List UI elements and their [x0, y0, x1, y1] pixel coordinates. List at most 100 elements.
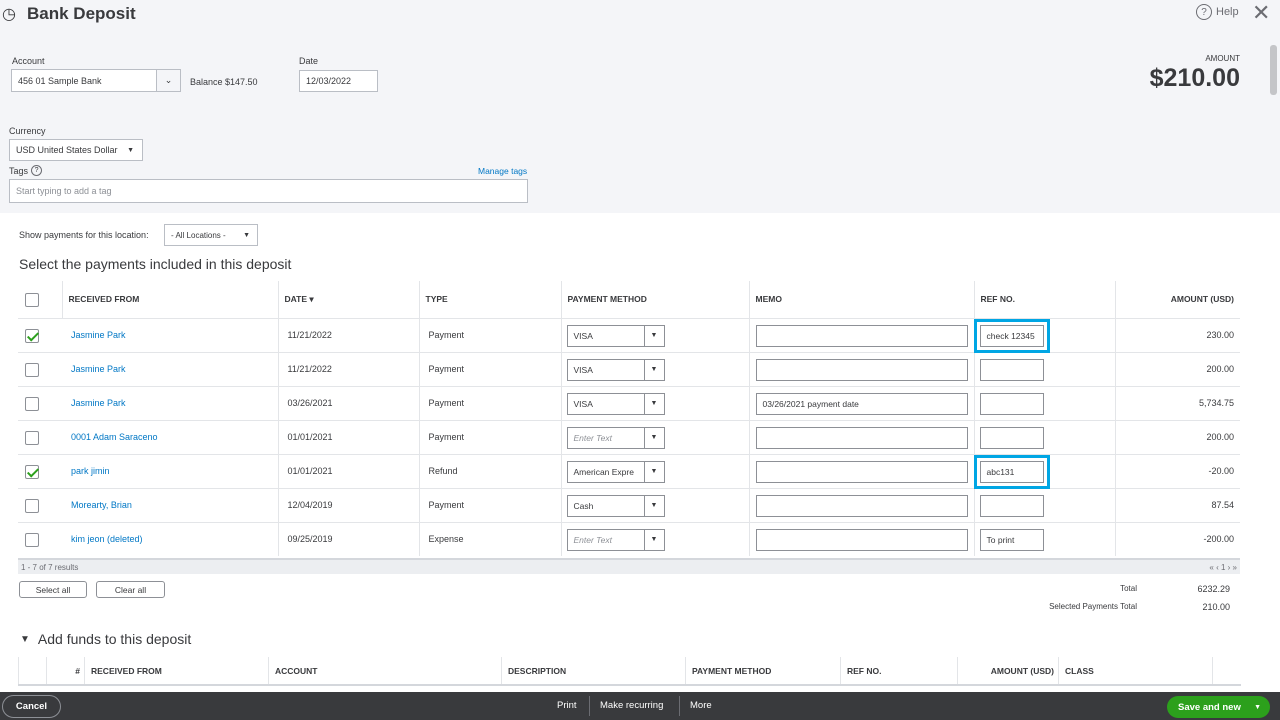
dropdown-arrow-icon: ▼	[643, 359, 664, 380]
ref-no-input[interactable]: check 12345	[973, 318, 1050, 353]
table-row: Morearty, Brian 12/04/2019 Payment Cash ▼…	[18, 487, 1240, 522]
row-checkbox[interactable]	[25, 430, 39, 445]
dropdown-arrow-icon: ▼	[643, 393, 664, 414]
ref-no-value: abc131	[986, 466, 1015, 477]
caret-down-icon: ▼	[20, 633, 30, 645]
received-from-link[interactable]: Morearty, Brian	[62, 487, 279, 522]
manage-tags-link[interactable]: Manage tags	[478, 166, 527, 176]
row-checkbox[interactable]	[25, 362, 39, 377]
page-title: Bank Deposit	[27, 4, 136, 23]
col-ref-no: REF NO.	[974, 281, 1116, 318]
payment-method-value: VISA	[573, 364, 593, 375]
scrollbar[interactable]	[1270, 45, 1277, 95]
select-all-button[interactable]: Select all	[19, 581, 87, 598]
memo-input[interactable]	[755, 528, 968, 551]
tags-label: Tags	[9, 165, 29, 176]
print-button[interactable]: Print	[557, 700, 577, 711]
payments-heading: Select the payments included in this dep…	[19, 256, 292, 272]
table-header: RECEIVED FROM DATE ▾ TYPE PAYMENT METHOD…	[18, 281, 1240, 318]
amount-cell: -200.00	[1115, 521, 1240, 556]
received-from-link[interactable]: 0001 Adam Saraceno	[62, 419, 279, 454]
dropdown-arrow-icon: ▼	[243, 231, 250, 239]
selected-total-label: Selected Payments Total	[1049, 602, 1137, 611]
location-select[interactable]: - All Locations - ▼	[164, 224, 258, 246]
received-from-link[interactable]: kim jeon (deleted)	[62, 521, 279, 556]
payment-method-select[interactable]: Cash ▼	[566, 494, 665, 517]
type-cell: Payment	[419, 351, 562, 386]
payment-method-placeholder: Enter Text	[573, 432, 612, 443]
amount-cell: 230.00	[1115, 317, 1240, 352]
payment-method-select[interactable]: VISA ▼	[566, 392, 665, 415]
col-description: DESCRIPTION	[501, 657, 686, 685]
memo-input[interactable]: 03/26/2021 payment date	[755, 392, 968, 415]
currency-label: Currency	[9, 126, 46, 136]
received-from-link[interactable]: park jimin	[62, 453, 279, 488]
make-recurring-button[interactable]: Make recurring	[600, 700, 663, 711]
col-received-from[interactable]: RECEIVED FROM	[62, 281, 279, 318]
col-class: CLASS	[1058, 657, 1213, 685]
date-cell: 01/01/2021	[278, 419, 420, 454]
dropdown-arrow-icon: ▼	[643, 325, 664, 346]
date-cell: 09/25/2019	[278, 521, 420, 556]
type-cell: Payment	[419, 419, 562, 454]
currency-select[interactable]: USD United States Dollar ▼	[9, 139, 143, 161]
total-value: 6232.29	[1197, 584, 1230, 594]
dropdown-arrow-icon: ▼	[643, 427, 664, 448]
save-and-new-button[interactable]: Save and new ▼	[1167, 696, 1270, 718]
add-funds-toggle[interactable]: ▼ Add funds to this deposit	[20, 631, 191, 647]
col-date[interactable]: DATE ▾	[278, 281, 420, 318]
help-icon[interactable]: ?	[31, 165, 43, 176]
ref-no-input[interactable]: To print	[979, 528, 1044, 551]
row-checkbox[interactable]	[25, 498, 39, 513]
memo-input[interactable]	[755, 460, 968, 483]
received-from-link[interactable]: Jasmine Park	[62, 317, 279, 352]
payment-method-select[interactable]: VISA ▼	[566, 358, 665, 381]
ref-no-input[interactable]	[979, 426, 1044, 449]
clear-all-button[interactable]: Clear all	[96, 581, 165, 598]
row-checkbox[interactable]	[25, 328, 39, 343]
received-from-link[interactable]: Jasmine Park	[62, 385, 279, 420]
payment-method-select[interactable]: American Expre ▼	[566, 460, 665, 483]
memo-value: 03/26/2021 payment date	[762, 398, 859, 409]
row-checkbox[interactable]	[25, 464, 39, 479]
dropdown-arrow-icon[interactable]: ▼	[1254, 704, 1270, 711]
cancel-button[interactable]: Cancel	[2, 695, 61, 718]
select-all-checkbox[interactable]	[25, 293, 39, 307]
payment-method-select[interactable]: Enter Text ▼	[566, 528, 665, 551]
payment-method-select[interactable]: Enter Text ▼	[566, 426, 665, 449]
memo-input[interactable]	[755, 358, 968, 381]
memo-input[interactable]	[755, 494, 968, 517]
col-number: #	[46, 657, 85, 685]
date-input[interactable]: 12/03/2022	[299, 70, 378, 92]
type-cell: Refund	[419, 453, 562, 488]
col-memo: MEMO	[749, 281, 975, 318]
col-payment-method: PAYMENT METHOD	[561, 281, 750, 318]
memo-input[interactable]	[755, 324, 968, 347]
more-button[interactable]: More	[690, 700, 712, 711]
funds-table: # RECEIVED FROM ACCOUNT DESCRIPTION PAYM…	[18, 657, 1241, 686]
close-icon[interactable]: ✕	[1252, 0, 1270, 26]
account-label: Account	[12, 56, 45, 66]
location-value: - All Locations -	[171, 230, 226, 240]
received-from-link[interactable]: Jasmine Park	[62, 351, 279, 386]
row-checkbox[interactable]	[25, 532, 39, 547]
date-label: Date	[299, 56, 319, 66]
payment-method-select[interactable]: VISA ▼	[566, 324, 665, 347]
ref-no-input[interactable]	[979, 392, 1044, 415]
account-select[interactable]: 456 01 Sample Bank ⌄	[11, 69, 181, 92]
funds-header: # RECEIVED FROM ACCOUNT DESCRIPTION PAYM…	[18, 657, 1241, 685]
help-button[interactable]: ? Help	[1196, 4, 1239, 20]
chevron-down-icon: ⌄	[156, 70, 180, 91]
total-amount: $210.00	[1149, 64, 1240, 92]
ref-no-input[interactable]	[979, 494, 1044, 517]
col-amount: AMOUNT (USD)	[957, 657, 1059, 685]
row-checkbox[interactable]	[25, 396, 39, 411]
ref-no-input[interactable]	[979, 358, 1044, 381]
ref-no-input[interactable]: abc131	[973, 454, 1050, 489]
type-cell: Payment	[419, 317, 562, 352]
recent-transactions-icon[interactable]: ◷	[2, 4, 16, 24]
tags-input[interactable]: Start typing to add a tag	[9, 179, 528, 203]
pager[interactable]: « ‹ 1 › »	[1209, 563, 1237, 572]
amount-cell: 200.00	[1115, 419, 1240, 454]
memo-input[interactable]	[755, 426, 968, 449]
